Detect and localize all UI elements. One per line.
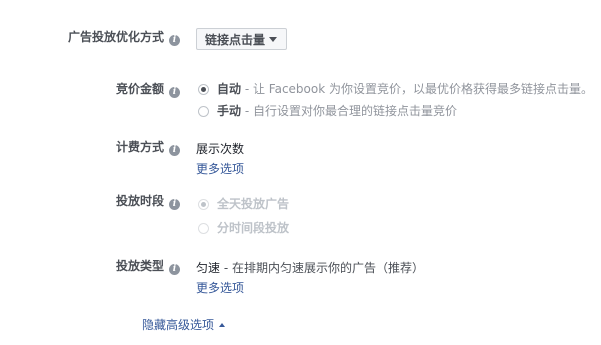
optimization-row-label: 广告投放优化方式 i: [68, 29, 180, 46]
chevron-down-icon: [269, 37, 278, 42]
billing-row-label: 计费方式 i: [116, 139, 180, 156]
chevron-up-icon: [219, 323, 226, 327]
bid-manual-radio[interactable]: [198, 106, 209, 117]
info-icon[interactable]: i: [169, 35, 180, 46]
bid-auto-radio[interactable]: [198, 84, 209, 95]
hide-advanced-options-label: 隐藏高级选项: [142, 318, 215, 332]
billing-label: 计费方式: [115, 140, 164, 154]
delivery-label: 投放类型: [115, 259, 164, 273]
schedule-all-day-option: 全天投放广告: [198, 197, 289, 211]
info-icon[interactable]: i: [169, 199, 180, 210]
bid-manual-option[interactable]: 手动 - 自行设置对你最合理的链接点击量竞价: [198, 104, 457, 118]
schedule-dayparting-radio: [198, 223, 209, 234]
bid-manual-title: 手动: [217, 104, 242, 118]
ad-delivery-settings: 广告投放优化方式 i 链接点击量 竞价金额 i 自动 - 让 Facebook 为你…: [0, 0, 601, 345]
bid-auto-title: 自动: [217, 82, 242, 96]
bid-auto-option[interactable]: 自动 - 让 Facebook 为你设置竞价，以最优价格获得最多链接点击量。: [198, 82, 593, 96]
optimization-dropdown-value: 链接点击量: [205, 33, 266, 47]
delivery-value-desc: - 在排期内匀速展示你的广告（推荐）: [220, 261, 424, 275]
delivery-more-options-link[interactable]: 更多选项: [196, 279, 244, 296]
hide-advanced-options-link[interactable]: 隐藏高级选项: [142, 316, 226, 333]
bid-auto-desc: - 让 Facebook 为你设置竞价，以最优价格获得最多链接点击量。: [241, 82, 593, 96]
schedule-all-day-label: 全天投放广告: [217, 197, 290, 211]
delivery-value-title: 匀速: [196, 261, 221, 275]
bidding-row-label: 竞价金额 i: [116, 81, 180, 98]
info-icon[interactable]: i: [169, 145, 180, 156]
optimization-dropdown[interactable]: 链接点击量: [196, 28, 288, 50]
schedule-dayparting-option: 分时间段投放: [198, 221, 289, 235]
bidding-label: 竞价金额: [115, 82, 164, 96]
schedule-row-label: 投放时段 i: [116, 193, 180, 210]
schedule-dayparting-label: 分时间段投放: [217, 221, 290, 235]
billing-more-options-link[interactable]: 更多选项: [196, 160, 244, 177]
delivery-row-label: 投放类型 i: [116, 258, 180, 275]
bid-manual-desc: - 自行设置对你最合理的链接点击量竞价: [241, 104, 457, 118]
optimization-label: 广告投放优化方式: [67, 30, 164, 44]
schedule-label: 投放时段: [115, 194, 164, 208]
delivery-value: 匀速 - 在排期内匀速展示你的广告（推荐）: [196, 259, 424, 276]
info-icon[interactable]: i: [169, 87, 180, 98]
info-icon[interactable]: i: [169, 264, 180, 275]
schedule-all-day-radio: [198, 199, 209, 210]
billing-value: 展示次数: [196, 142, 245, 156]
